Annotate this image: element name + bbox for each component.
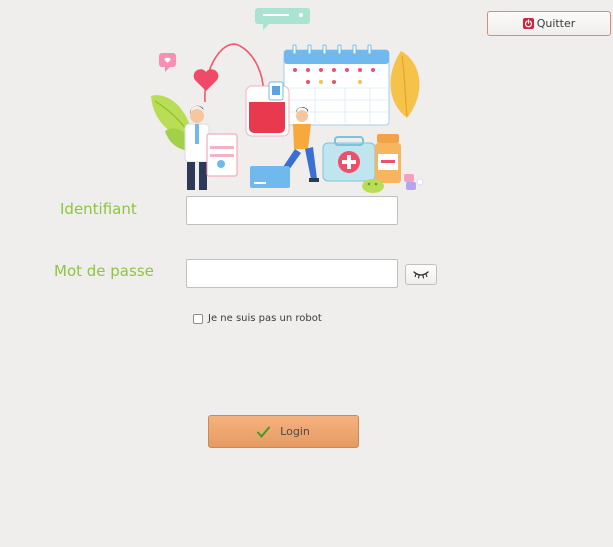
heart-message-icon	[159, 53, 176, 72]
blood-bag-icon	[245, 81, 290, 137]
robot-checkbox-label: Je ne suis pas un robot	[208, 313, 322, 324]
quit-label: Quitter	[536, 17, 576, 30]
first-aid-kit-icon	[322, 136, 376, 182]
username-label: Identifiant	[60, 200, 137, 218]
login-button[interactable]: Login	[208, 415, 359, 448]
doctor-figure-icon	[184, 105, 238, 190]
medical-illustration	[151, 8, 424, 193]
username-input[interactable]	[186, 196, 398, 225]
robot-checkbox[interactable]	[193, 313, 203, 324]
pill-bottle-icon	[375, 134, 401, 183]
password-label: Mot de passe	[54, 262, 154, 280]
password-input[interactable]	[186, 259, 398, 288]
leaf-right-icon	[390, 51, 420, 118]
toggle-password-button[interactable]	[405, 264, 437, 285]
steps-icon	[250, 166, 290, 188]
robot-checkbox-row[interactable]: Je ne suis pas un robot	[193, 313, 322, 324]
quit-button[interactable]: Quitter	[487, 11, 611, 36]
checkmark-icon	[257, 426, 271, 437]
chat-bubble-icon	[255, 8, 310, 30]
power-icon	[522, 18, 534, 29]
login-label: Login	[280, 425, 310, 438]
eye-closed-icon	[413, 271, 429, 279]
